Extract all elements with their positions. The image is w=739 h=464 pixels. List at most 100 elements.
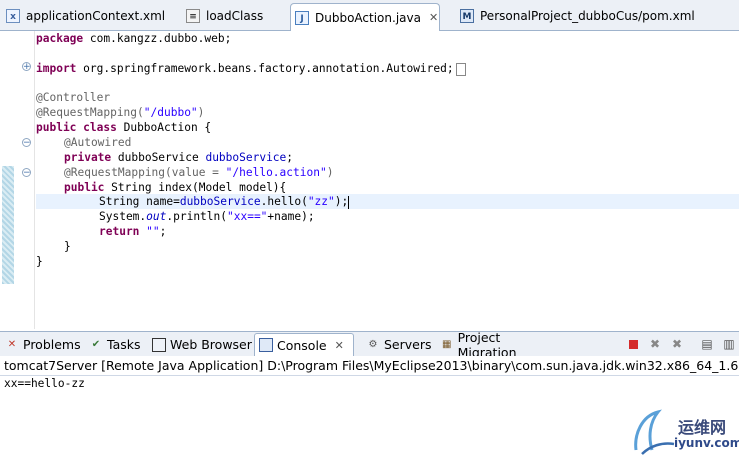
- code-line: public class DubboAction {: [36, 120, 211, 135]
- code-line: String name=dubboService.hello("zz");: [99, 194, 350, 209]
- editor-gutter: [0, 31, 18, 329]
- keyword: class: [83, 121, 117, 134]
- code-line: return "";: [99, 224, 166, 239]
- tasks-icon: ✔: [91, 338, 101, 350]
- maven-pom-icon: M: [460, 9, 474, 23]
- xml-file-icon: x: [6, 9, 20, 23]
- tab-label: PersonalProject_dubboCus/pom.xml: [480, 9, 695, 23]
- code-line: package com.kangzz.dubbo.web;: [36, 31, 231, 46]
- tab-dubbo-action-java[interactable]: J DubboAction.java ✕: [290, 3, 440, 31]
- tab-load-class[interactable]: ≡ loadClass: [182, 4, 286, 28]
- keyword: public: [36, 121, 77, 134]
- tab-web-browser[interactable]: Web Browser: [148, 334, 252, 355]
- static-field: out: [146, 210, 167, 223]
- console-icon: [259, 338, 273, 352]
- code-line: public String index(Model model){: [64, 180, 286, 195]
- code-line: }: [64, 240, 71, 253]
- string: "": [146, 225, 160, 238]
- tab-label: applicationContext.xml: [26, 9, 166, 23]
- tab-label: Console: [277, 337, 327, 353]
- code-text: );: [334, 195, 349, 208]
- keyword: private: [64, 151, 112, 164]
- string: "xx==": [227, 210, 268, 223]
- code-line: private dubboService dubboService;: [64, 150, 293, 165]
- editor-tab-bar: x applicationContext.xml ≡ loadClass J D…: [0, 0, 739, 31]
- tab-project-migration[interactable]: ▦ Project Migration: [436, 330, 560, 360]
- code-line: @Controller: [36, 91, 111, 104]
- folding-ruler: [18, 31, 35, 329]
- keyword: public: [64, 181, 105, 194]
- problems-icon: ✕: [7, 338, 17, 350]
- console-line: xx==hello-zz: [4, 377, 85, 390]
- code-text: .hello(: [260, 195, 308, 208]
- code-text: DubboAction {: [116, 121, 212, 134]
- panel-tab-bar: ✕ Problems ✔ Tasks Web Browser Console ✕…: [0, 330, 739, 360]
- web-browser-icon: [152, 337, 166, 352]
- string: "/hello.action": [225, 166, 327, 179]
- collapse-fold-icon[interactable]: −: [22, 168, 31, 178]
- code-line: @Autowired: [64, 136, 132, 149]
- tab-pom-xml[interactable]: M PersonalProject_dubboCus/pom.xml: [456, 4, 696, 28]
- text-caret: [348, 195, 350, 209]
- annotation: ): [326, 166, 334, 179]
- code-text: com.kangzz.dubbo.web;: [83, 32, 232, 45]
- keyword: return: [99, 225, 140, 238]
- code-line: }: [36, 255, 43, 268]
- keyword: import: [36, 62, 77, 75]
- watermark-swirl-icon: [634, 409, 675, 455]
- close-tab-icon[interactable]: ✕: [335, 339, 344, 352]
- collapse-fold-icon[interactable]: −: [22, 138, 31, 148]
- remove-all-launches-icon[interactable]: ✖: [670, 337, 684, 351]
- watermark-name: 运维网: [678, 418, 727, 437]
- console-header: tomcat7Server [Remote Java Application] …: [0, 356, 739, 376]
- code-line: import org.springframework.beans.factory…: [36, 61, 466, 76]
- code-text: ;: [159, 225, 167, 238]
- remove-launch-icon[interactable]: ✖: [648, 337, 662, 351]
- watermark-logo: 运维网 iyunv.com: [628, 406, 739, 460]
- code-line: @RequestMapping("/dubbo"): [36, 105, 204, 120]
- tab-label: DubboAction.java: [315, 10, 421, 25]
- annotation: ): [197, 106, 205, 119]
- tab-label: Servers: [384, 337, 432, 352]
- code-text: ;: [286, 151, 294, 164]
- string: "zz": [307, 195, 335, 208]
- code-text: String index(Model model){: [104, 181, 287, 194]
- keyword: package: [36, 32, 84, 45]
- field: dubboService: [179, 195, 261, 208]
- field: dubboService: [205, 151, 287, 164]
- scroll-lock-icon[interactable]: ▥: [722, 337, 736, 351]
- annotation: @RequestMapping(value =: [64, 166, 226, 179]
- tab-label: Tasks: [107, 337, 141, 352]
- terminate-icon[interactable]: [626, 337, 640, 351]
- code-line: @RequestMapping(value = "/hello.action"): [64, 165, 333, 180]
- string: "/dubbo": [143, 106, 198, 119]
- expand-fold-icon[interactable]: +: [22, 62, 31, 72]
- text-file-icon: ≡: [186, 9, 200, 23]
- code-text: +name);: [267, 210, 315, 223]
- collapsed-imports-icon[interactable]: [455, 62, 466, 76]
- java-file-icon: J: [295, 10, 309, 25]
- tab-servers[interactable]: ⚙ Servers: [362, 334, 434, 355]
- annotation: @RequestMapping(: [36, 106, 144, 119]
- tab-label: Problems: [23, 337, 81, 352]
- close-tab-icon[interactable]: ✕: [429, 11, 438, 24]
- tab-label: Web Browser: [170, 337, 252, 352]
- tab-console[interactable]: Console ✕: [254, 333, 354, 356]
- code-line: System.out.println("xx=="+name);: [99, 209, 315, 224]
- project-migration-icon: ▦: [442, 338, 452, 350]
- code-editor[interactable]: + − − package com.kangzz.dubbo.web; impo…: [0, 31, 739, 329]
- code-text: String name=: [99, 195, 180, 208]
- clear-console-icon[interactable]: ▤: [700, 337, 714, 351]
- code-text: dubboService: [111, 151, 206, 164]
- watermark-url: iyunv.com: [674, 436, 739, 450]
- code-text: org.springframework.beans.factory.annota…: [76, 62, 454, 75]
- tab-tasks[interactable]: ✔ Tasks: [85, 334, 145, 355]
- change-bar: [2, 166, 14, 284]
- tab-label: Project Migration: [457, 329, 517, 360]
- tab-problems[interactable]: ✕ Problems: [1, 334, 83, 355]
- code-text: System.: [99, 210, 147, 223]
- servers-icon: ⚙: [368, 338, 378, 350]
- code-text: .println(: [166, 210, 227, 223]
- tab-label: loadClass: [206, 9, 264, 23]
- tab-application-context-xml[interactable]: x applicationContext.xml: [2, 4, 178, 28]
